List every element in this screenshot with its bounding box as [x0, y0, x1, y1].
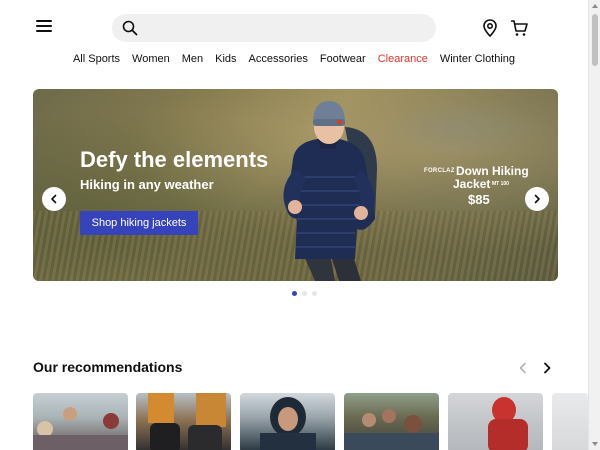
scroll-thumb[interactable]	[592, 14, 598, 66]
nav-item-all-sports[interactable]: All Sports	[67, 50, 126, 68]
product-model: MT 100	[492, 181, 509, 187]
header	[0, 0, 588, 48]
carousel-dot-1[interactable]	[292, 291, 297, 296]
carousel-dot-3[interactable]	[312, 291, 317, 296]
search-bar[interactable]	[112, 14, 436, 42]
family-snow-card[interactable]	[33, 393, 128, 450]
page-scrollbar[interactable]	[588, 0, 600, 450]
nav-item-kids[interactable]: Kids	[209, 50, 242, 68]
carousel-dot-2[interactable]	[302, 291, 307, 296]
location-pin-icon[interactable]	[480, 18, 500, 38]
hero-rocks	[383, 99, 543, 159]
product-brand: FORCLAZ	[424, 168, 455, 174]
boots-card[interactable]	[136, 393, 231, 450]
category-nav: All Sports Women Men Kids Accessories Fo…	[0, 50, 588, 68]
hero-subtitle: Hiking in any weather	[80, 177, 214, 192]
nav-item-clearance[interactable]: Clearance	[372, 50, 434, 68]
hamburger-menu-icon[interactable]	[36, 20, 52, 34]
shopping-cart-icon[interactable]	[509, 18, 529, 38]
partial-card[interactable]	[552, 393, 588, 450]
scroll-up-arrow-icon[interactable]	[592, 4, 598, 8]
chevron-right-icon	[534, 194, 540, 204]
chevron-left-icon	[51, 194, 57, 204]
group-hikers-card[interactable]	[344, 393, 439, 450]
scroll-down-arrow-icon[interactable]	[592, 442, 598, 446]
nav-item-women[interactable]: Women	[126, 50, 176, 68]
nav-item-accessories[interactable]: Accessories	[243, 50, 314, 68]
carousel-dots	[292, 291, 317, 296]
hero-prev-button[interactable]	[42, 187, 66, 211]
product-name-line2: Jacket	[453, 177, 491, 191]
nav-item-winter-clothing[interactable]: Winter Clothing	[434, 50, 521, 68]
recommendations-title: Our recommendations	[33, 359, 183, 375]
recommendations-next-icon[interactable]	[540, 361, 554, 375]
search-input[interactable]	[146, 18, 426, 38]
hooded-man-card[interactable]	[240, 393, 335, 450]
recommendations-prev-icon[interactable]	[516, 361, 530, 375]
red-jacket-card[interactable]	[448, 393, 543, 450]
product-name-line1: Down Hiking	[456, 164, 529, 178]
product-price: $85	[468, 192, 490, 207]
hero-next-button[interactable]	[525, 187, 549, 211]
search-icon	[122, 20, 138, 36]
recommendation-cards	[33, 393, 588, 450]
nav-item-footwear[interactable]: Footwear	[314, 50, 372, 68]
nav-item-men[interactable]: Men	[176, 50, 209, 68]
shop-hiking-jackets-button[interactable]: Shop hiking jackets	[80, 211, 198, 235]
hiker-image	[283, 101, 377, 281]
hero-title: Defy the elements	[80, 147, 269, 172]
